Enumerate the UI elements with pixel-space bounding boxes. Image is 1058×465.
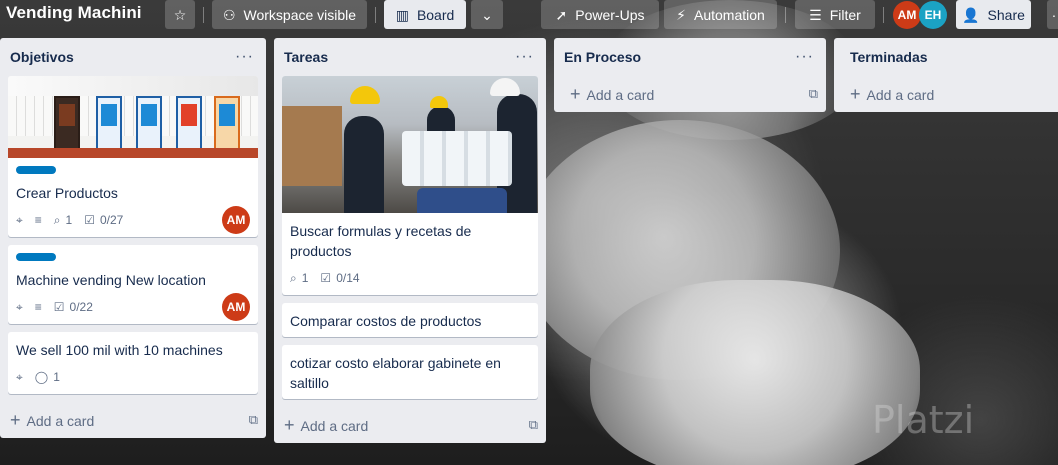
list-menu-button[interactable]: ··· xyxy=(515,48,534,66)
platzi-watermark: Platzi xyxy=(872,398,975,442)
list-tareas: Tareas ··· Buscar formulas y recetas de … xyxy=(274,38,546,443)
plus-icon: + xyxy=(284,414,295,435)
card-title: We sell 100 mil with 10 machines xyxy=(16,342,223,358)
template-icon[interactable]: ⧉ xyxy=(529,417,538,433)
star-icon: ☆ xyxy=(173,6,187,23)
powerups-label: Power-Ups xyxy=(575,6,645,23)
list-objetivos: Objetivos ··· Crear Productos ⌖ ≡ ⌕ 1 ☑ … xyxy=(0,38,266,438)
pin-icon: ⌖ xyxy=(16,369,23,384)
board-menu-button[interactable]: · xyxy=(1047,0,1058,29)
rocket-icon: ➚ xyxy=(555,6,568,23)
attachment-icon: ⌕ xyxy=(53,212,61,227)
add-card-label: Add a card xyxy=(300,417,369,434)
card[interactable]: We sell 100 mil with 10 machines ⌖ ◯ 1 xyxy=(8,332,258,394)
card-title: Machine vending New location xyxy=(16,272,206,288)
share-button[interactable]: 👤 Share xyxy=(956,0,1031,29)
checklist-count: 0/14 xyxy=(336,271,360,285)
member-avatar-eh[interactable]: EH xyxy=(919,1,947,29)
visibility-label: Workspace visible xyxy=(243,6,357,23)
list-menu-button[interactable]: ··· xyxy=(795,48,814,66)
list-title[interactable]: Tareas xyxy=(284,49,328,65)
list-title[interactable]: Terminadas xyxy=(850,49,928,65)
checklist-count: 0/27 xyxy=(99,213,124,227)
automation-label: Automation xyxy=(694,6,765,23)
card-label[interactable] xyxy=(16,253,56,261)
header-divider xyxy=(883,7,884,23)
add-member-icon: 👤 xyxy=(962,6,980,23)
visibility-button[interactable]: ⚇ Workspace visible xyxy=(212,0,367,29)
list-title[interactable]: Objetivos xyxy=(10,49,74,65)
header-divider xyxy=(203,7,204,23)
card[interactable]: Buscar formulas y recetas de productos ⌕… xyxy=(282,76,538,295)
list-en-proceso: En Proceso ··· + Add a card ⧉ xyxy=(554,38,826,112)
card-title: Crear Productos xyxy=(16,185,118,201)
list-menu-button[interactable]: ··· xyxy=(235,48,254,66)
add-card-button[interactable]: + Add a card xyxy=(834,76,1058,112)
board-title[interactable]: Vending Machini xyxy=(6,3,158,23)
plus-icon: + xyxy=(10,409,21,430)
board-icon: ▥ xyxy=(395,6,409,23)
card-member-avatar[interactable]: AM xyxy=(222,293,250,321)
filter-button[interactable]: ☰ Filter xyxy=(795,0,875,29)
card[interactable]: Crear Productos ⌖ ≡ ⌕ 1 ☑ 0/27 AM xyxy=(8,76,258,237)
list-title[interactable]: En Proceso xyxy=(564,49,641,65)
board-view-button[interactable]: ▥ Board xyxy=(384,0,466,29)
card[interactable]: Machine vending New location ⌖ ≡ ☑ 0/22 A… xyxy=(8,245,258,324)
checklist-icon: ☑ xyxy=(320,271,332,285)
card-member-avatar[interactable]: AM xyxy=(222,206,250,234)
add-card-label: Add a card xyxy=(586,86,655,103)
comment-count: 1 xyxy=(53,370,60,384)
background-shape xyxy=(590,280,920,465)
header-divider xyxy=(785,7,786,23)
automation-button[interactable]: ⚡ Automation xyxy=(664,0,777,29)
card-title: Buscar formulas y recetas de productos xyxy=(290,223,472,259)
attachment-count: 1 xyxy=(65,213,73,227)
filter-icon: ☰ xyxy=(809,6,822,23)
checklist-icon: ☑ xyxy=(53,300,65,314)
card-cover-image xyxy=(282,76,538,213)
pin-icon: ⌖ xyxy=(16,299,23,314)
card-title: cotizar costo elaborar gabinete en salti… xyxy=(290,355,501,391)
views-dropdown-button[interactable]: ⌄ xyxy=(471,0,503,29)
checklist-icon: ☑ xyxy=(84,213,95,227)
add-card-label: Add a card xyxy=(26,412,95,429)
attachment-icon: ⌕ xyxy=(290,270,297,285)
add-card-label: Add a card xyxy=(866,86,935,103)
member-avatar-am[interactable]: AM xyxy=(893,1,921,29)
attachment-count: 1 xyxy=(301,271,309,285)
description-icon: ≡ xyxy=(34,213,42,227)
plus-icon: + xyxy=(570,83,581,104)
chevron-down-icon: ⌄ xyxy=(481,6,493,23)
template-icon[interactable]: ⧉ xyxy=(809,86,818,102)
card-title: Comparar costos de productos xyxy=(290,313,482,329)
lightning-icon: ⚡ xyxy=(676,6,686,23)
list-terminadas: Terminadas + Add a card xyxy=(834,38,1058,112)
star-button[interactable]: ☆ xyxy=(165,0,195,29)
comment-icon: ◯ xyxy=(34,370,49,384)
card-label[interactable] xyxy=(16,166,56,174)
plus-icon: + xyxy=(850,83,861,104)
share-label: Share xyxy=(987,6,1025,23)
description-icon: ≡ xyxy=(34,300,42,314)
header-divider xyxy=(375,7,376,23)
card[interactable]: Comparar costos de productos xyxy=(282,303,538,337)
more-icon: · xyxy=(1051,6,1057,23)
pin-icon: ⌖ xyxy=(16,212,23,227)
filter-label: Filter xyxy=(829,6,861,23)
checklist-count: 0/22 xyxy=(69,300,93,314)
template-icon[interactable]: ⧉ xyxy=(249,412,258,428)
add-card-button[interactable]: + Add a card ⧉ xyxy=(0,402,266,438)
add-card-button[interactable]: + Add a card ⧉ xyxy=(554,76,826,112)
workspace-icon: ⚇ xyxy=(222,6,236,23)
board-view-label: Board xyxy=(416,6,455,23)
add-card-button[interactable]: + Add a card ⧉ xyxy=(274,407,546,443)
card-cover-image xyxy=(8,76,258,158)
powerups-button[interactable]: ➚ Power-Ups xyxy=(541,0,659,29)
card[interactable]: cotizar costo elaborar gabinete en salti… xyxy=(282,345,538,399)
board-header: Vending Machini ☆ ⚇ Workspace visible ▥ … xyxy=(0,0,1058,30)
